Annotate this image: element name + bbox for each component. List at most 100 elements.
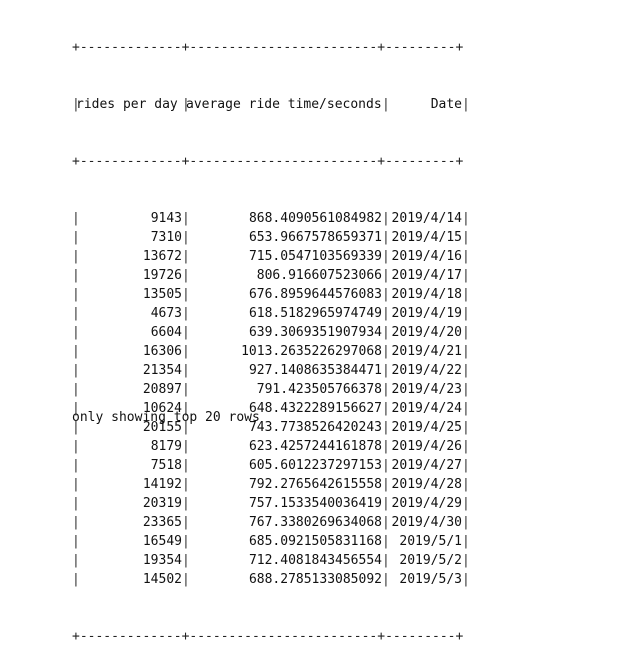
cell-rides-per-day: 21354 xyxy=(142,363,182,378)
cell-date: 2019/5/1 xyxy=(399,534,462,549)
cell-average-ride-time: 685.0921505831168 xyxy=(248,534,382,549)
cell-average-ride-time: 715.0547103569339 xyxy=(248,249,382,264)
column-separator: | xyxy=(462,344,470,359)
cell-rides-per-day: 20319 xyxy=(142,496,182,511)
cell-rides-per-day: 7310 xyxy=(150,230,182,245)
cell-average-ride-time: 712.4081843456554 xyxy=(248,553,382,568)
cell-rides-per-day: 9143 xyxy=(150,211,182,226)
footer-note: only showing top 20 rows xyxy=(72,410,260,425)
column-separator: | xyxy=(462,97,470,112)
cell-rides-per-day: 16549 xyxy=(142,534,182,549)
cell-date: 2019/4/25 xyxy=(391,420,462,435)
cell-date: 2019/5/2 xyxy=(399,553,462,568)
column-separator: | xyxy=(462,496,470,511)
cell-date: 2019/4/16 xyxy=(391,249,462,264)
column-separator: | xyxy=(462,458,470,473)
cell-date: 2019/5/3 xyxy=(399,572,462,587)
cell-rides-per-day: 19726 xyxy=(142,268,182,283)
header-rides-per-day: rides per day xyxy=(76,97,178,112)
cell-date: 2019/4/27 xyxy=(391,458,462,473)
cell-rides-per-day: 6604 xyxy=(150,325,182,340)
table-border-bottom: +-------------+------------------------+… xyxy=(72,629,464,644)
cell-average-ride-time: 927.1408635384471 xyxy=(248,363,382,378)
cell-date: 2019/4/22 xyxy=(391,363,462,378)
column-separator: | xyxy=(462,439,470,454)
cell-date: 2019/4/24 xyxy=(391,401,462,416)
cell-rides-per-day: 13672 xyxy=(142,249,182,264)
cell-average-ride-time: 605.6012237297153 xyxy=(248,458,382,473)
cell-date: 2019/4/23 xyxy=(391,382,462,397)
column-separator: | xyxy=(462,230,470,245)
cell-average-ride-time: 618.5182965974749 xyxy=(248,306,382,321)
table-row: | 13505| 676.8959644576083| 2019/4/18| xyxy=(72,285,470,304)
header-average-ride-time: average ride time/seconds xyxy=(186,97,382,112)
table-row: | 7518| 605.6012237297153| 2019/4/27| xyxy=(72,456,470,475)
table-row: | 19726| 806.916607523066| 2019/4/17| xyxy=(72,266,470,285)
cell-rides-per-day: 23365 xyxy=(142,515,182,530)
cell-average-ride-time: 676.8959644576083 xyxy=(248,287,382,302)
column-separator: | xyxy=(462,420,470,435)
table-row: | 16549| 685.0921505831168| 2019/5/1| xyxy=(72,532,470,551)
column-separator: | xyxy=(462,211,470,226)
cell-date: 2019/4/19 xyxy=(391,306,462,321)
table-border-top: +-------------+------------------------+… xyxy=(72,40,464,55)
cell-date: 2019/4/26 xyxy=(391,439,462,454)
cell-date: 2019/4/18 xyxy=(391,287,462,302)
cell-rides-per-day: 8179 xyxy=(150,439,182,454)
cell-rides-per-day: 20897 xyxy=(142,382,182,397)
column-separator: | xyxy=(462,401,470,416)
cell-date: 2019/4/15 xyxy=(391,230,462,245)
console-table-output: +-------------+------------------------+… xyxy=(72,0,470,665)
cell-average-ride-time: 688.2785133085092 xyxy=(248,572,382,587)
cell-average-ride-time: 639.3069351907934 xyxy=(248,325,382,340)
column-separator: | xyxy=(462,325,470,340)
cell-date: 2019/4/20 xyxy=(391,325,462,340)
table-row: | 21354| 927.1408635384471| 2019/4/22| xyxy=(72,361,470,380)
cell-average-ride-time: 1013.2635226297068 xyxy=(241,344,382,359)
column-separator: | xyxy=(462,572,470,587)
table-row: | 23365| 767.3380269634068| 2019/4/30| xyxy=(72,513,470,532)
table-row: | 20319| 757.1533540036419| 2019/4/29| xyxy=(72,494,470,513)
cell-date: 2019/4/30 xyxy=(391,515,462,530)
column-separator: | xyxy=(462,287,470,302)
table-row: | 14502| 688.2785133085092| 2019/5/3| xyxy=(72,570,470,589)
cell-date: 2019/4/29 xyxy=(391,496,462,511)
column-separator: | xyxy=(462,534,470,549)
column-separator: | xyxy=(462,382,470,397)
table-row: | 14192| 792.2765642615558| 2019/4/28| xyxy=(72,475,470,494)
table-row: | 13672| 715.0547103569339| 2019/4/16| xyxy=(72,247,470,266)
cell-average-ride-time: 653.9667578659371 xyxy=(248,230,382,245)
cell-date: 2019/4/14 xyxy=(391,211,462,226)
cell-average-ride-time: 806.916607523066 xyxy=(256,268,382,283)
cell-rides-per-day: 19354 xyxy=(142,553,182,568)
table-header-row: |rides per day |average ride time/seconds… xyxy=(72,95,470,114)
table-row: | 8179| 623.4257244161878| 2019/4/26| xyxy=(72,437,470,456)
cell-average-ride-time: 792.2765642615558 xyxy=(248,477,382,492)
cell-average-ride-time: 757.1533540036419 xyxy=(248,496,382,511)
column-separator: | xyxy=(462,363,470,378)
cell-average-ride-time: 868.4090561084982 xyxy=(248,211,382,226)
cell-average-ride-time: 623.4257244161878 xyxy=(248,439,382,454)
cell-rides-per-day: 4673 xyxy=(150,306,182,321)
column-separator: | xyxy=(462,306,470,321)
table-row: | 7310| 653.9667578659371| 2019/4/15| xyxy=(72,228,470,247)
table-row: | 19354| 712.4081843456554| 2019/5/2| xyxy=(72,551,470,570)
column-separator: | xyxy=(462,553,470,568)
table-row: | 16306| 1013.2635226297068| 2019/4/21| xyxy=(72,342,470,361)
header-date: Date xyxy=(430,97,462,112)
cell-rides-per-day: 14192 xyxy=(142,477,182,492)
column-separator: | xyxy=(462,515,470,530)
cell-date: 2019/4/28 xyxy=(391,477,462,492)
cell-rides-per-day: 16306 xyxy=(142,344,182,359)
cell-rides-per-day: 7518 xyxy=(150,458,182,473)
table-row: | 9143| 868.4090561084982| 2019/4/14| xyxy=(72,209,470,228)
table-row: | 20897| 791.423505766378| 2019/4/23| xyxy=(72,380,470,399)
table-row: | 6604| 639.3069351907934| 2019/4/20| xyxy=(72,323,470,342)
cell-date: 2019/4/17 xyxy=(391,268,462,283)
table-body: | 9143| 868.4090561084982| 2019/4/14| | 7310|… xyxy=(72,209,470,589)
cell-average-ride-time: 791.423505766378 xyxy=(256,382,382,397)
column-separator: | xyxy=(462,249,470,264)
column-separator: | xyxy=(462,477,470,492)
cell-rides-per-day: 14502 xyxy=(142,572,182,587)
table-border-mid: +-------------+------------------------+… xyxy=(72,154,464,169)
